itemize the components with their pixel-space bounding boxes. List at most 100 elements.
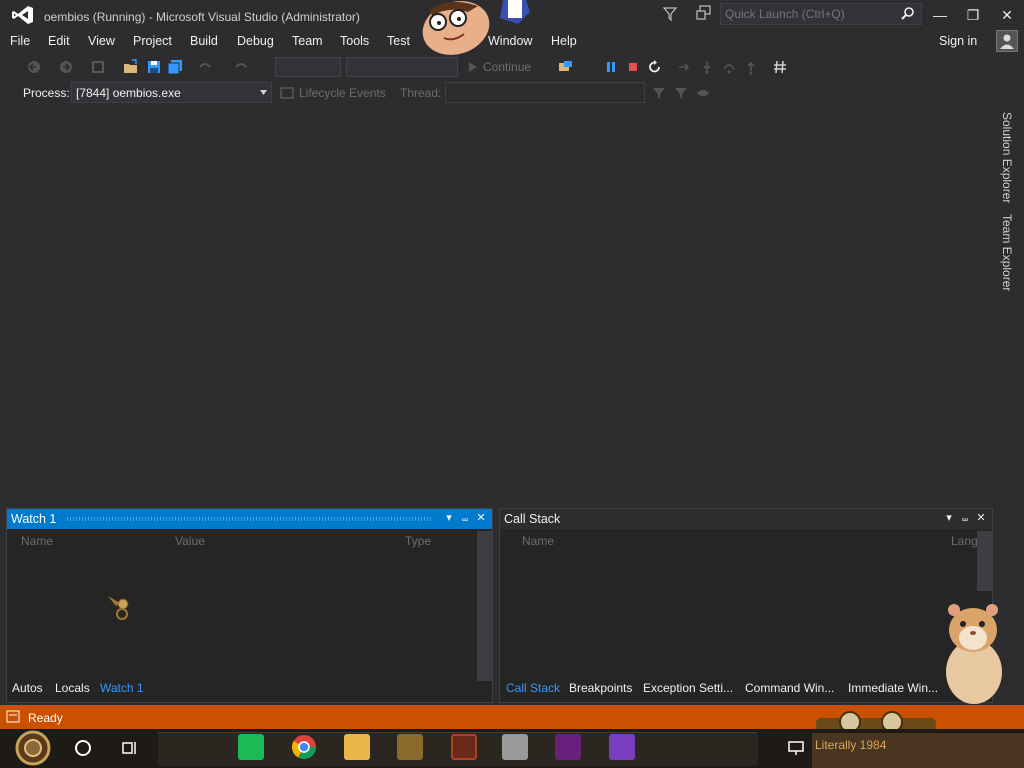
vertical-scrollbar[interactable] [477,531,493,681]
hamster-overlay [946,604,1002,704]
column-type[interactable]: Type [405,534,431,548]
network-tray-icon[interactable] [787,739,805,757]
tab-watch-1[interactable]: Watch 1 [100,681,144,695]
panel-menu-chevron-icon[interactable]: ▾ [442,511,456,525]
chevron-down-icon [260,90,267,95]
quick-launch-box[interactable] [720,3,922,25]
hex-display-icon[interactable] [772,59,788,75]
vertical-scrollbar[interactable] [977,531,993,591]
continue-play-icon[interactable] [465,59,481,75]
solution-configuration-select[interactable] [275,57,341,77]
quick-launch-input[interactable] [725,6,895,22]
save-icon[interactable] [146,59,162,75]
lifecycle-events-button[interactable]: Lifecycle Events [299,86,386,100]
sign-in-link[interactable]: Sign in [939,34,977,48]
tab-exception-settings[interactable]: Exception Setti... [643,681,733,695]
column-name[interactable]: Name [522,534,554,548]
file-explorer-app-icon[interactable] [344,734,370,760]
menu-debug[interactable]: Debug [237,34,274,48]
navigate-back-icon[interactable] [26,59,42,75]
new-project-icon[interactable] [90,59,106,75]
step-into-icon[interactable] [699,59,715,75]
panel-menu-chevron-icon[interactable]: ▾ [942,511,956,525]
step-out-icon[interactable] [743,59,759,75]
callstack-panel-header[interactable]: Call Stack ▾ ⧢ ✕ [500,509,992,529]
editor-area [0,106,993,500]
tray-text: Literally 1984 [815,738,887,752]
cortana-icon[interactable] [74,739,92,757]
account-avatar-icon[interactable] [996,30,1018,52]
tab-immediate-window[interactable]: Immediate Win... [848,681,938,695]
menu-help[interactable]: Help [551,34,577,48]
process-value: [7844] oembios.exe [76,86,181,100]
tab-breakpoints[interactable]: Breakpoints [569,681,632,695]
menu-team[interactable]: Team [292,34,323,48]
watch-panel-header[interactable]: Watch 1 ▾ ⧢ ✕ [7,509,492,529]
filter-notifications-icon[interactable] [662,6,678,22]
tab-command-window[interactable]: Command Win... [745,681,834,695]
menu-file[interactable]: File [10,34,30,48]
flag-thread-icon[interactable] [652,86,666,100]
task-view-icon[interactable] [121,739,139,757]
menu-tools[interactable]: Tools [340,34,369,48]
redo-icon[interactable] [233,59,249,75]
pin-icon[interactable]: ⧢ [458,511,472,525]
menu-build[interactable]: Build [190,34,218,48]
pin-icon[interactable]: ⧢ [958,511,972,525]
visual-studio-installer-app-icon[interactable] [555,734,581,760]
tab-locals[interactable]: Locals [55,681,90,695]
column-language[interactable]: Lang [951,534,978,548]
callstack-panel-title: Call Stack [504,512,561,526]
video-app-icon[interactable] [451,734,477,760]
break-all-icon[interactable] [603,59,619,75]
watch-panel: Watch 1 ▾ ⧢ ✕ Name Value Type [6,508,493,703]
menu-test[interactable]: Test [387,34,410,48]
tab-call-stack[interactable]: Call Stack [506,681,560,695]
start-button-icon[interactable] [8,730,58,766]
undo-icon[interactable] [197,59,213,75]
search-icon[interactable] [901,6,915,20]
close-window-button[interactable]: ✕ [995,5,1019,25]
visual-studio-app-icon[interactable] [609,734,635,760]
tab-team-explorer[interactable]: Team Explorer [1000,214,1014,291]
lifecycle-events-icon[interactable] [280,86,294,100]
navigate-forward-icon[interactable] [58,59,74,75]
close-panel-icon[interactable]: ✕ [974,511,988,525]
menu-view[interactable]: View [88,34,115,48]
feedback-icon[interactable] [696,5,712,21]
menu-window[interactable]: Window [488,34,532,48]
restart-icon[interactable] [647,59,663,75]
solution-platform-select[interactable] [346,57,458,77]
process-select[interactable]: [7844] oembios.exe [71,82,272,103]
show-threads-icon[interactable] [558,59,574,75]
callstack-panel: Call Stack ▾ ⧢ ✕ Name Lang [499,508,993,703]
watch-panel-title: Watch 1 [11,512,57,526]
minimize-button[interactable]: — [928,5,952,25]
close-panel-icon[interactable]: ✕ [474,511,488,525]
game-app-icon[interactable] [397,734,423,760]
open-file-icon[interactable] [123,59,139,75]
visual-studio-logo-icon [12,6,33,24]
toggle-stack-frames-icon[interactable] [696,86,710,100]
thread-select[interactable] [445,82,645,103]
process-label: Process: [23,86,70,100]
step-over-icon[interactable] [721,59,737,75]
spotify-app-icon[interactable] [238,734,264,760]
drag-grip[interactable] [67,517,432,521]
show-flagged-threads-icon[interactable] [674,86,688,100]
column-value[interactable]: Value [175,534,205,548]
restore-button[interactable]: ❐ [961,5,985,25]
save-all-icon[interactable] [167,59,183,75]
window-title: oembios (Running) - Microsoft Visual Stu… [44,10,360,24]
show-next-statement-icon[interactable] [676,59,692,75]
menu-edit[interactable]: Edit [48,34,70,48]
tab-autos[interactable]: Autos [12,681,43,695]
tab-solution-explorer[interactable]: Solution Explorer [1000,112,1014,203]
status-text: Ready [28,711,63,725]
menu-project[interactable]: Project [133,34,172,48]
continue-button[interactable]: Continue [483,60,531,74]
chrome-app-icon[interactable] [291,734,317,760]
column-name[interactable]: Name [21,534,53,548]
stop-debugging-icon[interactable] [625,59,641,75]
mask-app-icon[interactable] [502,734,528,760]
